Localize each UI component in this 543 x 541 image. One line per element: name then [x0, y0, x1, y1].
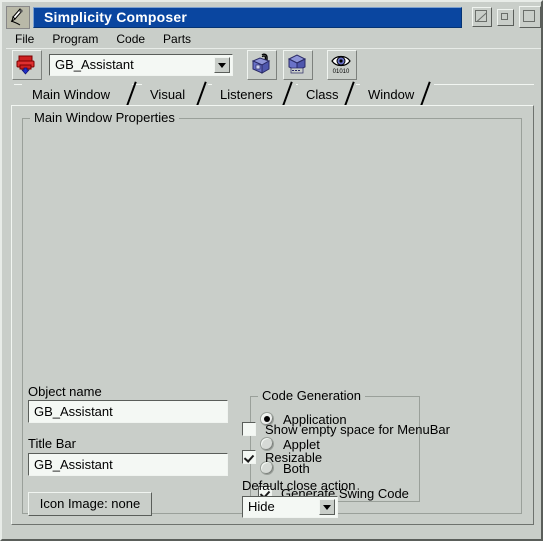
tab-panel-main-window: Main Window Properties Code Generation A… — [11, 105, 534, 525]
title-bar-background: Simplicity Composer — [33, 6, 462, 28]
bean-lock-icon-button[interactable] — [247, 50, 277, 80]
component-combo[interactable]: GB_Assistant — [49, 54, 233, 76]
printer-upload-icon — [16, 55, 35, 75]
default-close-action-combo[interactable]: Hide — [242, 496, 338, 518]
eye-binary-icon: 01010 — [331, 55, 351, 75]
group-title: Main Window Properties — [30, 110, 179, 125]
close-button[interactable] — [519, 6, 541, 28]
menu-item-parts[interactable]: Parts — [154, 31, 200, 47]
toolbar: GB_Assistant 01010 — [6, 48, 541, 81]
printer-upload-icon-button[interactable] — [12, 50, 42, 80]
default-close-action-value: Hide — [248, 499, 275, 514]
tab-label: Listeners — [220, 87, 273, 102]
bean-lock-icon — [251, 53, 271, 74]
tab-main-window[interactable]: Main Window — [22, 84, 132, 106]
object-name-label: Object name — [28, 384, 102, 399]
diagonal-line-icon — [475, 10, 487, 22]
title-bar-value: GB_Assistant — [34, 457, 113, 472]
chevron-down-icon[interactable] — [319, 499, 335, 515]
title-bar-input[interactable]: GB_Assistant — [28, 453, 228, 476]
default-close-action-label: Default close action — [242, 478, 356, 493]
checkbox-show-empty-space[interactable]: Show empty space for MenuBar — [242, 420, 450, 438]
menu-item-file[interactable]: File — [6, 31, 43, 47]
bean-package-icon — [287, 54, 307, 74]
composer-app-icon — [6, 5, 30, 29]
tab-label: Visual — [150, 87, 186, 102]
icon-image-button-label: Icon Image: none — [39, 496, 141, 511]
tab-separator-4 — [342, 84, 356, 106]
square-icon — [523, 10, 535, 22]
tab-label: Main Window — [32, 87, 111, 102]
minimize-button[interactable] — [472, 7, 492, 27]
tab-bar: Main Window Visual Listeners Class Windo… — [14, 84, 534, 106]
checkbox-indicator[interactable] — [242, 450, 256, 464]
group-title: Code Generation — [258, 388, 366, 403]
title-bar: Simplicity Composer — [6, 5, 541, 29]
menu-item-program[interactable]: Program — [43, 31, 107, 47]
svg-text:01010: 01010 — [333, 69, 350, 75]
maximize-button[interactable] — [497, 8, 514, 26]
tab-separator-5 — [418, 84, 432, 106]
chevron-down-icon[interactable] — [214, 57, 230, 73]
menu-bar: File Program Code Parts — [6, 30, 541, 47]
checkbox-indicator[interactable] — [242, 422, 256, 436]
checkbox-label: Resizable — [265, 449, 323, 465]
tab-separator-1 — [124, 84, 138, 106]
checkbox-resizable[interactable]: Resizable — [242, 448, 322, 466]
application-window: Simplicity Composer File Program Code Pa… — [0, 0, 543, 541]
title-bar-label: Title Bar — [28, 436, 76, 451]
small-square-icon — [501, 12, 508, 20]
tab-separator-2 — [194, 84, 208, 106]
bean-package-icon-button[interactable] — [283, 50, 313, 80]
tab-label: Class — [306, 87, 339, 102]
component-combo-value: GB_Assistant — [55, 57, 134, 72]
icon-image-button[interactable]: Icon Image: none — [28, 492, 152, 516]
window-controls — [467, 6, 541, 28]
object-name-value: GB_Assistant — [34, 404, 113, 419]
checkbox-label: Show empty space for MenuBar — [265, 421, 450, 437]
window-title: Simplicity Composer — [44, 9, 188, 25]
menu-item-code[interactable]: Code — [107, 31, 154, 47]
eye-binary-icon-button[interactable]: 01010 — [327, 50, 357, 80]
object-name-input[interactable]: GB_Assistant — [28, 400, 228, 423]
tab-separator-3 — [280, 84, 294, 106]
tab-label: Window — [368, 87, 415, 102]
